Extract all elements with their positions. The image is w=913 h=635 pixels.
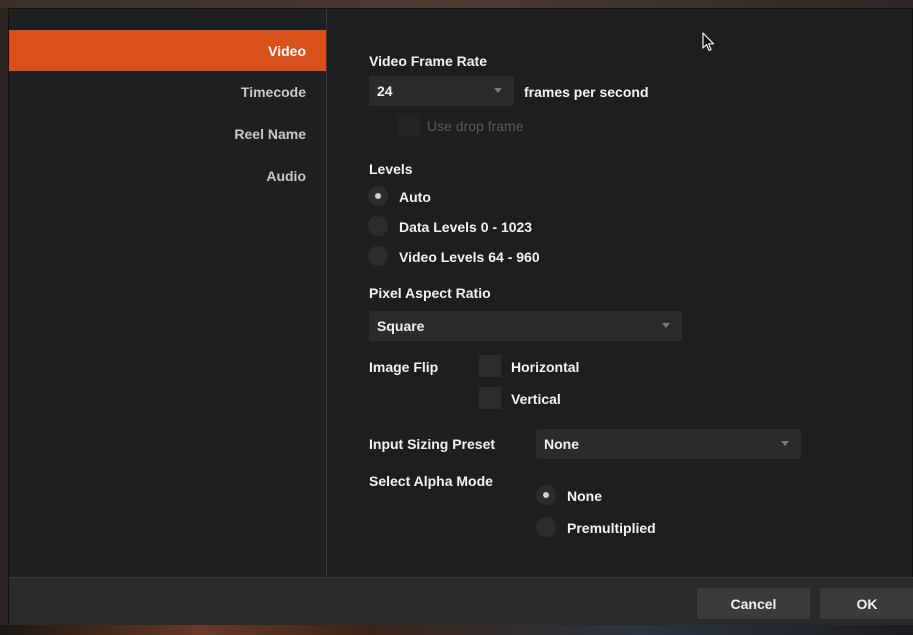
alpha-none-radio[interactable]: [536, 485, 556, 505]
pixel-aspect-value: Square: [377, 318, 425, 334]
flip-vertical-checkbox[interactable]: [479, 387, 501, 409]
frame-rate-value: 24: [377, 83, 393, 99]
dialog-footer: Cancel OK: [9, 577, 913, 626]
image-flip-label: Image Flip: [369, 359, 439, 375]
chevron-down-icon: [494, 88, 502, 93]
sidebar-item-label: Audio: [266, 168, 306, 184]
sidebar-item-video[interactable]: Video: [9, 30, 326, 71]
mouse-cursor-icon: [702, 32, 715, 52]
sidebar-item-label: Reel Name: [234, 126, 306, 142]
flip-horizontal-label: Horizontal: [511, 359, 580, 375]
ok-button[interactable]: OK: [820, 588, 913, 619]
levels-auto-radio[interactable]: [368, 186, 388, 206]
cancel-button[interactable]: Cancel: [697, 588, 810, 619]
levels-data-radio[interactable]: [368, 216, 388, 236]
clip-attributes-dialog: Video Timecode Reel Name Audio Video Fra…: [8, 8, 913, 626]
frame-rate-unit: frames per second: [524, 84, 649, 100]
drop-frame-label: Use drop frame: [427, 118, 524, 134]
alpha-mode-label: Select Alpha Mode: [369, 473, 493, 489]
flip-vertical-label: Vertical: [511, 391, 561, 407]
pixel-aspect-dropdown[interactable]: Square: [369, 311, 682, 341]
drop-frame-checkbox[interactable]: [398, 115, 420, 137]
alpha-premultiplied-radio[interactable]: [536, 517, 556, 537]
pixel-aspect-label: Pixel Aspect Ratio: [369, 285, 491, 301]
alpha-none-label: None: [567, 488, 602, 504]
levels-label: Levels: [369, 161, 413, 177]
background-bottom-strip: [0, 625, 913, 635]
sidebar-item-label: Video: [268, 42, 306, 59]
chevron-down-icon: [662, 323, 670, 328]
input-sizing-value: None: [544, 436, 579, 452]
levels-data-label: Data Levels 0 - 1023: [399, 219, 533, 235]
sidebar-item-audio[interactable]: Audio: [9, 155, 326, 197]
flip-horizontal-checkbox[interactable]: [479, 355, 501, 377]
background-top-strip: [0, 0, 913, 8]
sidebar-item-reel-name[interactable]: Reel Name: [9, 113, 326, 155]
input-sizing-label: Input Sizing Preset: [369, 436, 496, 452]
video-settings-panel: Video Frame Rate 24 frames per second Us…: [328, 9, 912, 577]
sidebar-item-timecode[interactable]: Timecode: [9, 71, 326, 113]
alpha-premultiplied-label: Premultiplied: [567, 520, 656, 536]
input-sizing-dropdown[interactable]: None: [536, 429, 801, 459]
sidebar: Video Timecode Reel Name Audio: [9, 9, 327, 577]
chevron-down-icon: [781, 441, 789, 446]
levels-video-radio[interactable]: [368, 246, 388, 266]
sidebar-item-label: Timecode: [240, 84, 306, 100]
levels-auto-label: Auto: [399, 189, 431, 205]
frame-rate-dropdown[interactable]: 24: [369, 76, 514, 106]
levels-video-label: Video Levels 64 - 960: [399, 249, 540, 265]
frame-rate-label: Video Frame Rate: [369, 53, 488, 69]
